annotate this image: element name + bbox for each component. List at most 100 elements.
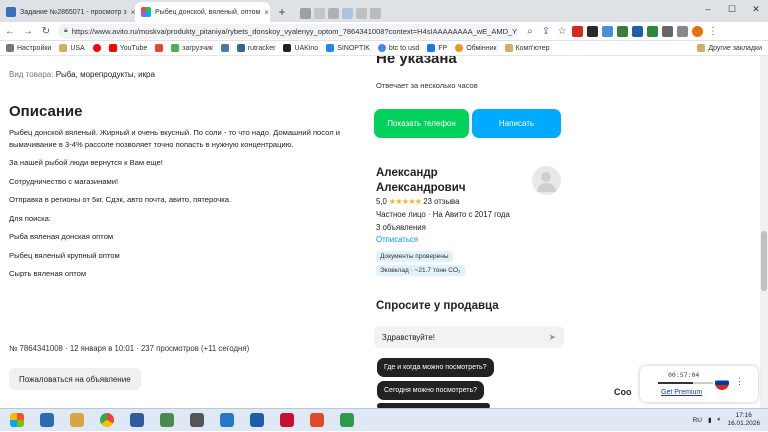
close-window-icon[interactable]: ✕	[744, 0, 768, 18]
maximize-icon[interactable]: ☐	[720, 0, 744, 18]
taskbar-app[interactable]	[154, 410, 180, 431]
write-message-button[interactable]: Написать	[472, 109, 561, 138]
lock-icon: 🔒︎	[64, 27, 68, 34]
start-button[interactable]	[0, 409, 34, 432]
bookmark-vk[interactable]	[220, 44, 229, 52]
bookmark-fp[interactable]: FP	[427, 44, 447, 52]
network-icon[interactable]: ▮	[708, 416, 712, 424]
extension-icon[interactable]	[617, 25, 628, 37]
ask-input-value: Здравствуйте!	[382, 332, 436, 342]
goods-type-label: Вид товара:	[9, 70, 54, 79]
tab-icon[interactable]	[356, 8, 367, 19]
profile-icon[interactable]	[692, 25, 703, 37]
forward-icon[interactable]: →	[22, 26, 34, 37]
taskbar-app[interactable]	[34, 410, 60, 431]
vk-icon	[220, 44, 229, 52]
extensions: ⌕ ⇪ ☆ ⋮	[524, 25, 719, 37]
unsubscribe-link[interactable]: Отписаться	[376, 235, 418, 244]
seller-ads-count[interactable]: 3 объявления	[376, 223, 426, 232]
app-icon	[190, 413, 204, 427]
taskbar-app[interactable]	[334, 410, 360, 431]
more-options-icon[interactable]: ⋮	[735, 376, 744, 387]
share-icon[interactable]: ⇪	[540, 26, 552, 37]
page-scrollbar[interactable]	[760, 56, 768, 408]
zoom-icon[interactable]: ⌕	[524, 26, 536, 37]
clock-date: 16.01.2026	[727, 420, 760, 427]
taskbar-app[interactable]	[214, 410, 240, 431]
menu-icon[interactable]: ⋮	[707, 26, 719, 37]
bookmark-label: rutracker	[247, 44, 276, 52]
clock[interactable]: 17:16 16.01.2026	[727, 412, 760, 428]
other-tabs	[300, 8, 381, 19]
send-icon[interactable]: ➤	[548, 332, 556, 343]
bookmark-other[interactable]: Другие закладки	[697, 44, 762, 52]
bookmark-sinoptik[interactable]: SINOPTIK	[326, 44, 370, 52]
seller-name[interactable]: Александр Александрович	[376, 166, 496, 196]
quick-question-button[interactable]: Где и когда можно посмотреть?	[377, 358, 494, 377]
url-field[interactable]: 🔒︎ https://www.avito.ru/moskva/produkty_…	[58, 23, 518, 39]
ask-seller-title: Спросите у продавца	[376, 300, 499, 312]
bookmark-exchanger[interactable]: Обмінник	[455, 44, 497, 52]
bookmark-gmail[interactable]	[155, 44, 164, 52]
extension-icon[interactable]	[647, 25, 658, 37]
close-icon[interactable]: ×	[264, 8, 269, 17]
taskbar-app[interactable]	[274, 410, 300, 431]
extension-icon[interactable]	[587, 25, 598, 37]
tab-icon[interactable]	[300, 8, 311, 19]
bookmark-downloader[interactable]: загрузчик	[171, 44, 213, 52]
tab-task[interactable]: Задание №2865071 - просмотр з ×	[0, 2, 135, 22]
bookmark-youtube[interactable]: YouTube	[108, 44, 147, 52]
scrollbar-thumb[interactable]	[761, 231, 767, 291]
extension-icon[interactable]	[572, 25, 583, 37]
extension-icon[interactable]	[602, 25, 613, 37]
star-icon: ★★★★★	[388, 197, 422, 206]
eco-contribution-badge[interactable]: Эковклад · ~21.7 тонн CO₂	[376, 265, 465, 276]
minimize-icon[interactable]: –	[696, 0, 720, 18]
tray-lang[interactable]: RU	[693, 417, 702, 424]
new-tab-button[interactable]: +	[274, 4, 290, 20]
web-page: Вид товара: Рыба, морепродукты, икра Опи…	[0, 56, 760, 408]
taskbar-app[interactable]	[244, 410, 270, 431]
taskbar-chrome[interactable]	[94, 410, 120, 431]
russia-flag-icon[interactable]	[715, 376, 729, 390]
reviews-count: 23 отзыва	[423, 197, 460, 206]
tab-avito[interactable]: Рыбец донской, вяленый, оптом ×	[135, 2, 270, 22]
bookmark-computer[interactable]: Комп'ютер	[504, 44, 549, 52]
bookmark-label: Обмінник	[466, 44, 497, 52]
taskbar-app[interactable]	[64, 410, 90, 431]
reload-icon[interactable]: ↻	[40, 26, 52, 37]
quick-question-button[interactable]: Сегодня можно посмотреть?	[377, 381, 485, 400]
taskbar-app[interactable]	[184, 410, 210, 431]
app-icon	[160, 413, 174, 427]
taskbar-app[interactable]	[304, 410, 330, 431]
volume-icon[interactable]: 🔈︎	[718, 416, 722, 424]
tab-icon[interactable]	[370, 8, 381, 19]
bookmark-usa[interactable]: USA	[59, 44, 85, 52]
bookmark-yandex[interactable]	[92, 44, 101, 52]
taskbar-app[interactable]	[124, 410, 150, 431]
bookmark-btc[interactable]: btc to usd	[377, 44, 419, 52]
avatar[interactable]	[532, 166, 561, 195]
bookmark-label: FP	[438, 44, 448, 52]
extension-icon[interactable]	[677, 25, 688, 37]
get-premium-link[interactable]: Get Premium	[661, 389, 702, 396]
vpn-progress-bar	[658, 382, 713, 384]
show-phone-button[interactable]: Показать телефон	[374, 109, 469, 138]
tab-icon[interactable]	[314, 8, 325, 19]
puzzle-icon[interactable]	[662, 25, 673, 37]
bookmark-star-icon[interactable]: ☆	[556, 26, 568, 37]
extension-icon[interactable]	[632, 25, 643, 37]
bookmarks-bar: Настройки USA YouTube загрузчик rutracke…	[0, 41, 768, 56]
app-icon	[130, 413, 144, 427]
bookmark-rutracker[interactable]: rutracker	[236, 44, 276, 52]
tab-icon[interactable]	[328, 8, 339, 19]
seller-rating[interactable]: 5,0 ★★★★★ 23 отзыва	[376, 197, 459, 206]
back-icon[interactable]: ←	[4, 26, 16, 37]
description-paragraph: Сырть вяленая оптом	[9, 269, 87, 278]
app-icon	[40, 413, 54, 427]
ask-seller-input[interactable]: Здравствуйте! ➤	[374, 326, 564, 348]
bookmark-settings[interactable]: Настройки	[6, 44, 51, 52]
tab-icon[interactable]	[342, 8, 353, 19]
bookmark-uakino[interactable]: UAKino	[283, 44, 318, 52]
complain-button[interactable]: Пожаловаться на объявление	[9, 368, 141, 390]
